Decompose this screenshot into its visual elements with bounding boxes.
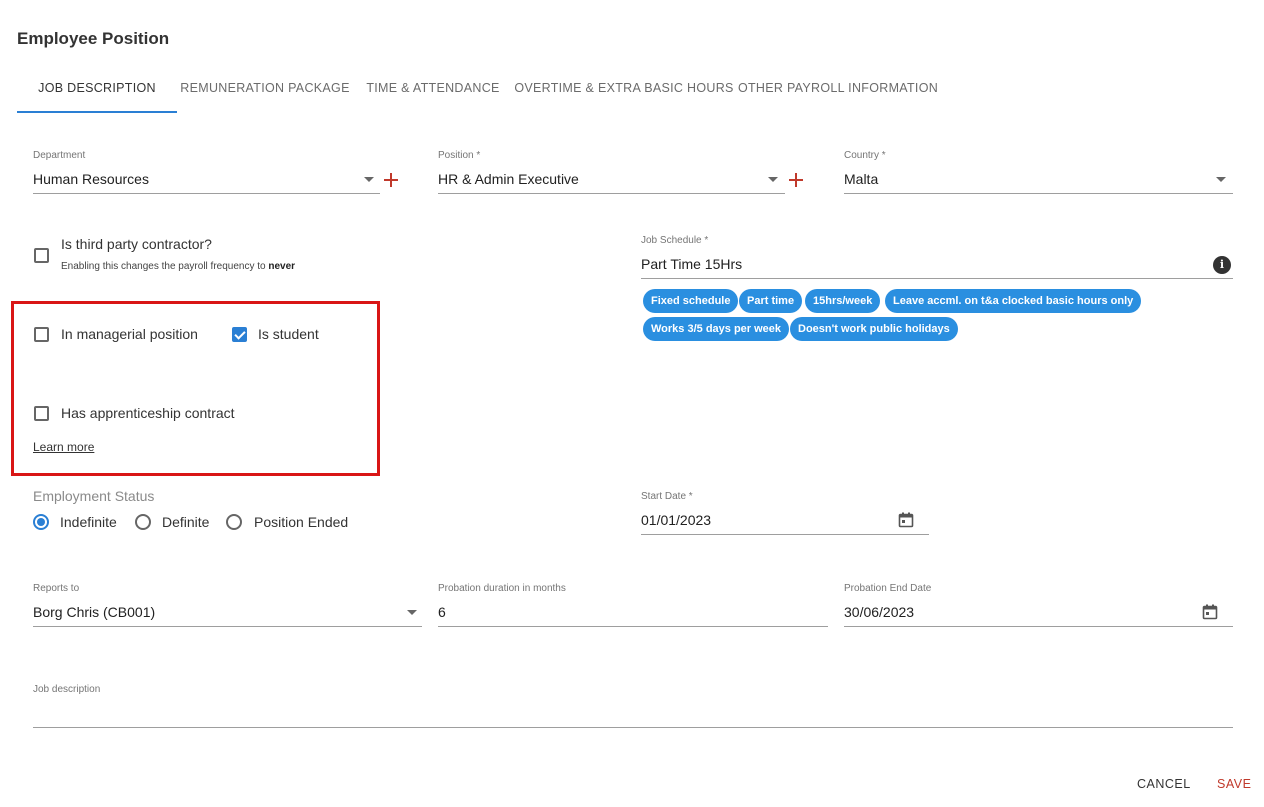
page-title: Employee Position [17,29,170,48]
probation-end-label: Probation End Date [844,583,932,594]
third-party-hint: Enabling this changes the payroll freque… [61,261,295,272]
schedule-chip: Fixed schedule [643,289,739,313]
schedule-chip: Leave accml. on t&a clocked basic hours … [885,289,1142,313]
third-party-checkbox[interactable] [34,248,49,263]
schedule-chip: Part time [739,289,803,313]
start-date-input[interactable]: 01/01/2023 [641,512,711,528]
info-icon[interactable]: i [1213,256,1231,274]
tab-remuneration-package[interactable]: REMUNERATION PACKAGE [177,68,353,113]
status-radio-position-ended[interactable] [226,514,242,530]
employment-status-label: Employment Status [33,488,155,504]
learn-more-link[interactable]: Learn more [33,440,94,454]
job-schedule-select[interactable]: Part Time 15Hrs [641,256,742,272]
position-label: Position * [438,150,481,161]
student-label: Is student [258,326,319,342]
calendar-icon[interactable] [1202,604,1218,620]
cancel-button[interactable]: CANCEL [1137,777,1191,791]
probation-duration-input[interactable]: 6 [438,604,446,620]
department-underline [33,193,380,194]
apprenticeship-checkbox[interactable] [34,406,49,421]
managerial-checkbox[interactable] [34,327,49,342]
apprenticeship-label: Has apprenticeship contract [61,405,235,421]
tab-bar: JOB DESCRIPTION REMUNERATION PACKAGE TIM… [17,68,957,113]
position-underline [438,193,785,194]
calendar-icon[interactable] [898,512,914,528]
third-party-label: Is third party contractor? [61,236,212,252]
country-select[interactable]: Malta [844,171,878,187]
chevron-down-icon[interactable] [364,177,374,182]
probation-duration-underline [438,626,828,627]
status-radio-indefinite[interactable] [33,514,49,530]
active-tab-indicator [17,111,177,113]
reports-to-select[interactable]: Borg Chris (CB001) [33,604,155,620]
job-schedule-label: Job Schedule * [641,235,709,246]
student-checkbox[interactable] [232,327,247,342]
reports-to-underline [33,626,422,627]
third-party-hint-value: never [268,261,296,272]
country-label: Country * [844,150,886,161]
job-description-underline [33,727,1233,728]
tab-overtime[interactable]: OVERTIME & EXTRA BASIC HOURS [513,68,735,113]
add-department-icon[interactable] [384,173,398,187]
probation-duration-label: Probation duration in months [438,583,566,594]
position-select[interactable]: HR & Admin Executive [438,171,579,187]
department-select[interactable]: Human Resources [33,171,149,187]
schedule-chip: 15hrs/week [805,289,881,313]
status-option-label: Position Ended [254,514,349,530]
probation-end-underline [844,626,1233,627]
schedule-chip: Doesn't work public holidays [790,317,958,341]
job-schedule-underline [641,278,1233,279]
tab-time-attendance[interactable]: TIME & ATTENDANCE [353,68,513,113]
chevron-down-icon[interactable] [1216,177,1226,182]
schedule-chip: Works 3/5 days per week [643,317,790,341]
department-label: Department [33,150,86,161]
managerial-label: In managerial position [61,326,198,342]
third-party-hint-text: Enabling this changes the payroll freque… [61,261,266,272]
country-underline [844,193,1233,194]
probation-end-input[interactable]: 30/06/2023 [844,604,914,620]
add-position-icon[interactable] [789,173,803,187]
chevron-down-icon[interactable] [768,177,778,182]
status-option-label: Indefinite [60,514,117,530]
save-button[interactable]: SAVE [1217,777,1251,791]
start-date-label: Start Date * [641,491,693,502]
status-option-label: Definite [162,514,210,530]
chevron-down-icon[interactable] [407,610,417,615]
tab-other-payroll[interactable]: OTHER PAYROLL INFORMATION [735,68,941,113]
start-date-underline [641,534,929,535]
tab-job-description[interactable]: JOB DESCRIPTION [17,68,177,113]
job-description-label: Job description [33,684,101,695]
status-radio-definite[interactable] [135,514,151,530]
reports-to-label: Reports to [33,583,80,594]
